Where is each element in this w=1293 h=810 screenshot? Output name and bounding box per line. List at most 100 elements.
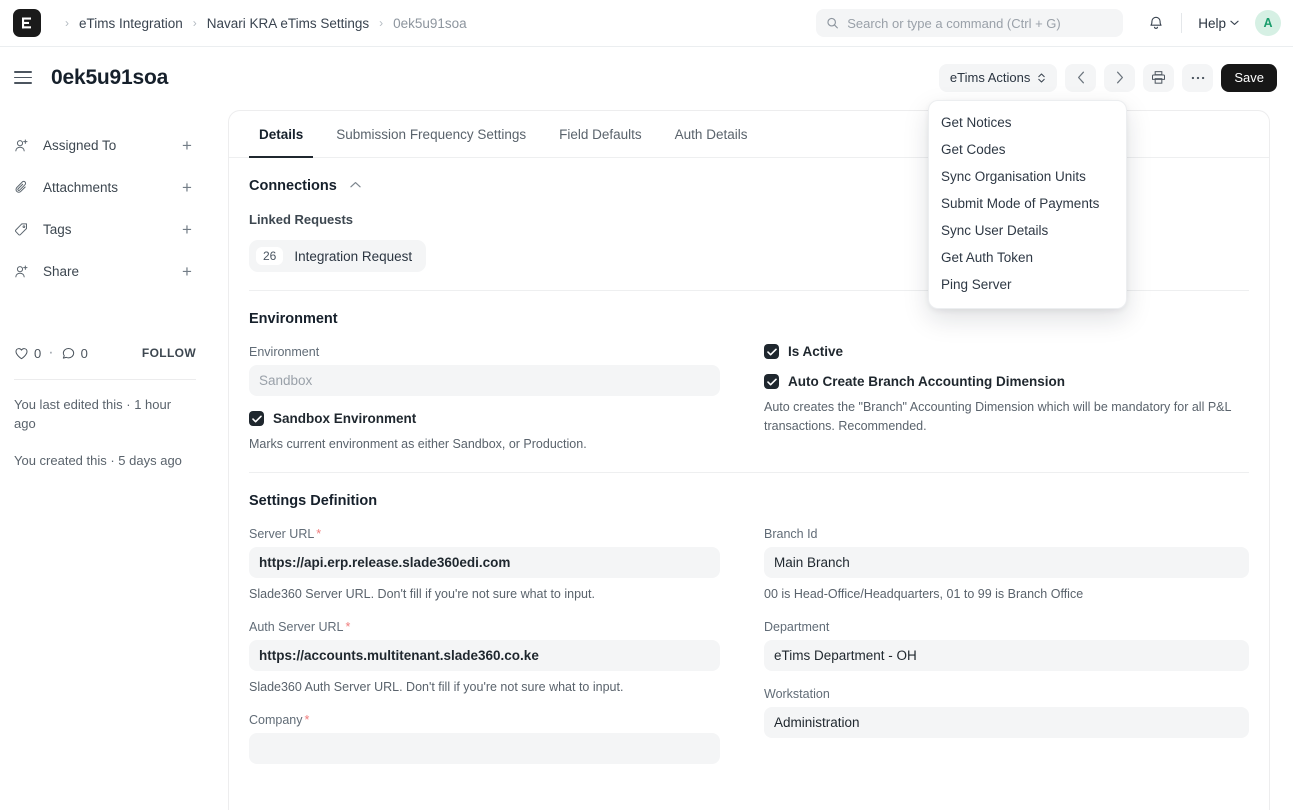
more-options-button[interactable] <box>1182 63 1214 92</box>
chevron-left-icon <box>1077 71 1084 84</box>
field-branch-id: Branch Id 00 is Head-Office/Headquarters… <box>764 527 1249 604</box>
section-settings-definition: Settings Definition Server URL* Slade360… <box>249 473 1249 782</box>
print-button[interactable] <box>1143 63 1175 92</box>
breadcrumb-item-navari-kra-etims-settings[interactable]: Navari KRA eTims Settings <box>205 16 371 31</box>
checkbox-label: Is Active <box>788 344 844 359</box>
checkbox-box[interactable] <box>764 374 779 389</box>
app-logo[interactable] <box>13 9 41 37</box>
required-asterisk: * <box>304 712 310 727</box>
like-count: 0 <box>34 345 42 361</box>
menu-item-sync-organisation-units[interactable]: Sync Organisation Units <box>929 163 1126 190</box>
save-button[interactable]: Save <box>1221 63 1277 92</box>
menu-item-get-notices[interactable]: Get Notices <box>929 109 1126 136</box>
checkbox-label: Auto Create Branch Accounting Dimension <box>788 374 1066 389</box>
menu-item-get-codes[interactable]: Get Codes <box>929 136 1126 163</box>
settings-definition-title: Settings Definition <box>249 493 378 510</box>
environment-input[interactable] <box>249 365 720 396</box>
checkbox-is-active[interactable]: Is Active <box>764 344 1249 359</box>
chevron-up-icon[interactable] <box>350 181 361 191</box>
social-separator: · <box>48 344 54 361</box>
environment-grid: Environment Sandbox Environment Marks cu… <box>249 329 1249 454</box>
company-input[interactable] <box>249 732 720 764</box>
menu-item-submit-mode-of-payments[interactable]: Submit Mode of Payments <box>929 190 1126 217</box>
branch-id-help: 00 is Head-Office/Headquarters, 01 to 99… <box>764 587 1084 602</box>
comment-icon <box>62 347 74 359</box>
branch-id-input[interactable] <box>764 547 1249 579</box>
workstation-input[interactable] <box>764 707 1249 739</box>
breadcrumb-item-current-doc: 0ek5u91soa <box>393 15 467 31</box>
previous-document-button[interactable] <box>1065 63 1097 92</box>
top-navbar: › eTims Integration › Navari KRA eTims S… <box>0 0 1293 47</box>
section-heading: Connections <box>249 178 337 194</box>
checkbox-auto-create-branch-accounting-dimension[interactable]: Auto Create Branch Accounting Dimension <box>764 374 1249 389</box>
sidebar-item-tags[interactable]: Tags + <box>14 208 196 250</box>
navbar-right-group: Help A <box>816 8 1293 38</box>
comment-button[interactable]: 0 <box>61 346 88 361</box>
menu-item-get-auth-token[interactable]: Get Auth Token <box>929 244 1126 271</box>
environment-right-column: Is Active Auto Create Branch Accounting … <box>749 329 1249 454</box>
tag-icon <box>14 222 34 237</box>
auth-server-url-input[interactable] <box>249 640 720 672</box>
header-action-group: eTims Actions Save Get Notices Get Codes… <box>928 63 1293 309</box>
hamburger-icon-line <box>14 71 32 73</box>
like-button[interactable]: 0 <box>14 346 41 361</box>
field-label: Workstation <box>764 687 830 702</box>
breadcrumb-item-etims-integration[interactable]: eTims Integration <box>77 16 185 31</box>
field-label: Company * <box>249 713 720 727</box>
paperclip-icon <box>14 180 34 195</box>
checkbox-box[interactable] <box>249 411 264 426</box>
menu-item-ping-server[interactable]: Ping Server <box>929 271 1126 298</box>
tab-submission-frequency-settings[interactable]: Submission Frequency Settings <box>326 111 536 158</box>
auto-branch-help: Auto creates the "Branch" Accounting Dim… <box>764 400 1231 434</box>
etims-actions-dropdown: Get Notices Get Codes Sync Organisation … <box>928 99 1127 309</box>
sidebar-divider <box>14 379 196 380</box>
user-avatar[interactable]: A <box>1255 10 1281 36</box>
chevron-right-icon <box>1116 71 1123 84</box>
global-search[interactable] <box>816 9 1124 37</box>
add-tag-button[interactable]: + <box>178 221 196 238</box>
required-asterisk: * <box>345 620 351 635</box>
checkbox-box[interactable] <box>764 344 779 359</box>
search-input[interactable] <box>847 15 1114 31</box>
notifications-button[interactable] <box>1141 8 1171 38</box>
add-share-button[interactable]: + <box>178 263 196 280</box>
sidebar-item-label: Attachments <box>43 179 119 195</box>
field-environment: Environment <box>249 345 720 396</box>
menu-item-sync-user-details[interactable]: Sync User Details <box>929 217 1126 244</box>
sidebar-item-assigned-to[interactable]: Assigned To + <box>14 124 196 166</box>
field-label-text: Company <box>249 712 303 727</box>
add-assignment-button[interactable]: + <box>178 137 196 154</box>
breadcrumb-separator: › <box>192 16 197 30</box>
help-menu-button[interactable]: Help <box>1192 12 1245 35</box>
etims-actions-button[interactable]: eTims Actions <box>938 63 1058 92</box>
field-label: Branch Id <box>764 527 818 542</box>
comment-count: 0 <box>80 345 88 361</box>
etims-actions-label: eTims Actions <box>949 70 1031 85</box>
document-social-row: 0 · 0 FOLLOW <box>14 341 196 365</box>
linked-request-pill[interactable]: 26 Integration Request <box>249 240 427 272</box>
sidebar-toggle-button[interactable] <box>14 68 34 88</box>
chevron-down-icon <box>1230 20 1239 25</box>
linked-request-label: Integration Request <box>294 248 413 264</box>
logo-glyph-icon <box>22 17 31 29</box>
follow-button[interactable]: FOLLOW <box>142 346 196 360</box>
document-header: 0ek5u91soa eTims Actions Save Get Notice… <box>0 47 1293 309</box>
breadcrumb-separator: › <box>379 16 384 30</box>
check-icon <box>766 378 777 385</box>
tab-auth-details[interactable]: Auth Details <box>665 111 758 158</box>
tab-details[interactable]: Details <box>249 111 314 158</box>
sidebar-item-attachments[interactable]: Attachments + <box>14 166 196 208</box>
checkbox-sandbox-environment[interactable]: Sandbox Environment <box>249 411 720 426</box>
tab-field-defaults[interactable]: Field Defaults <box>549 111 652 158</box>
field-label: Environment <box>249 345 320 359</box>
department-input[interactable] <box>764 640 1249 672</box>
check-icon <box>766 348 777 355</box>
sandbox-environment-help: Marks current environment as either Sand… <box>249 437 587 451</box>
add-attachment-button[interactable]: + <box>178 179 196 196</box>
next-document-button[interactable] <box>1104 63 1136 92</box>
server-url-input[interactable] <box>249 547 720 579</box>
field-auth-server-url: Auth Server URL* Slade360 Auth Server UR… <box>249 620 720 697</box>
environment-left-column: Environment Sandbox Environment Marks cu… <box>249 329 749 454</box>
sidebar-item-share[interactable]: Share + <box>14 250 196 292</box>
field-label: Server URL * <box>249 527 720 541</box>
